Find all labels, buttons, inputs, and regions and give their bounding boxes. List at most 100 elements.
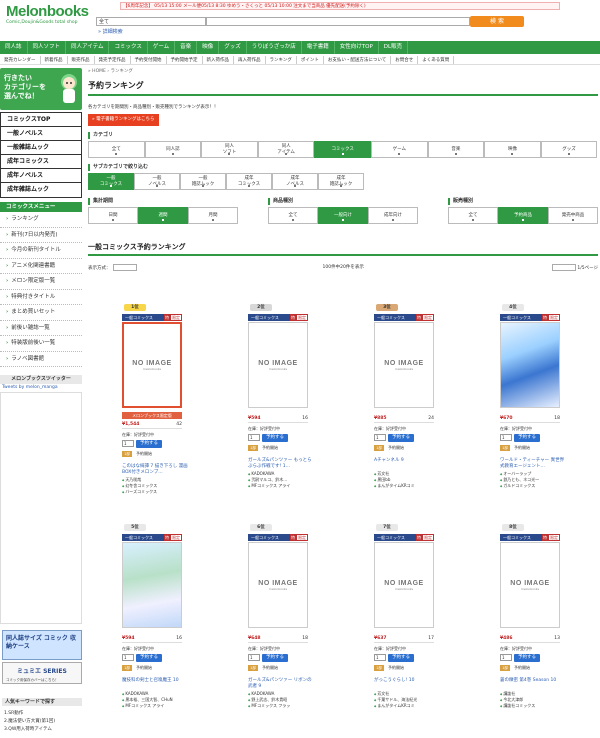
- quantity-select[interactable]: 1: [248, 654, 260, 661]
- filter-option[interactable]: 成年向け: [368, 207, 418, 224]
- filter-option[interactable]: 一般 ノベルス: [134, 173, 180, 190]
- filter-option[interactable]: 同人 アイテム: [257, 141, 315, 158]
- meta-item[interactable]: MFコミックス フラッ: [248, 703, 290, 708]
- quantity-select[interactable]: 1: [500, 434, 512, 441]
- menu-item[interactable]: まとめ買いセット: [0, 305, 82, 321]
- product-title[interactable]: ワールド・ティーチャー 異世界式教育エージェント…: [500, 458, 566, 470]
- filter-option[interactable]: 週間: [138, 207, 188, 224]
- mumie-series-ad[interactable]: ミュミエ SERIES コミック用保存カバーはこちら！: [2, 662, 82, 684]
- filter-option[interactable]: グッズ: [540, 141, 598, 158]
- filter-option[interactable]: 成年 コミックス: [226, 173, 272, 190]
- quantity-select[interactable]: 1: [248, 434, 260, 441]
- filter-option[interactable]: 日間: [88, 207, 138, 224]
- filter-option[interactable]: 一般 コミックス: [88, 173, 134, 190]
- sub-nav-item[interactable]: 発売予定作品: [95, 56, 131, 64]
- meta-item[interactable]: MFコミックス アライ: [122, 703, 164, 708]
- quantity-select[interactable]: 1: [374, 654, 386, 661]
- reserve-button[interactable]: 予約する: [262, 653, 288, 662]
- search-button[interactable]: 検 索: [470, 16, 524, 27]
- filter-option[interactable]: 月間: [188, 207, 238, 224]
- product-title[interactable]: ガールズ&パンツァー もっとらぶらぶ作戦です! 1…: [248, 458, 314, 470]
- sub-nav-item[interactable]: お問合せ: [391, 56, 419, 64]
- global-nav-item[interactable]: ゲーム: [148, 41, 176, 54]
- quantity-select[interactable]: 1: [122, 654, 134, 661]
- meta-item[interactable]: 野上武志、鈴木貴昭: [248, 697, 287, 702]
- product-image[interactable]: [500, 322, 560, 408]
- sidebar-category-item[interactable]: 成年コミックス: [1, 155, 81, 169]
- filter-option[interactable]: ゲーム: [370, 141, 428, 158]
- menu-item[interactable]: ランキング: [0, 212, 82, 228]
- filter-option[interactable]: コミックス: [314, 141, 371, 158]
- menu-item[interactable]: ラノベ図書館: [0, 352, 82, 367]
- page-indicator[interactable]: 1/5ページ: [550, 264, 598, 272]
- reserve-button[interactable]: 予約する: [136, 653, 162, 662]
- sub-nav-item[interactable]: 新入荷作品: [203, 56, 234, 64]
- filter-option[interactable]: 発売中商品: [548, 207, 598, 224]
- product-title[interactable]: 魔技科の剣士と召喚魔王 10: [122, 678, 188, 684]
- global-nav-item[interactable]: うりぼうざっか店: [247, 41, 302, 54]
- meta-item[interactable]: 幻冬舎コミックス: [122, 483, 157, 488]
- reserve-button[interactable]: 予約する: [514, 653, 540, 662]
- meta-item[interactable]: 講談社: [500, 691, 515, 696]
- sub-nav-item[interactable]: ポイント: [297, 56, 324, 64]
- meta-item[interactable]: 講談社コミックス: [500, 703, 535, 708]
- menu-item[interactable]: 特典付きタイトル: [0, 290, 82, 305]
- keyword-item[interactable]: 1.SR動作: [4, 710, 23, 716]
- menu-item[interactable]: 前後い雑誌一覧: [0, 321, 82, 336]
- filter-option[interactable]: 成年 ノベルス: [272, 173, 318, 190]
- reserve-button[interactable]: 予約する: [388, 653, 414, 662]
- product-image[interactable]: NO IMAGE melonbooks: [500, 542, 560, 628]
- sidebar-category-item[interactable]: 成年雑誌ムック: [1, 183, 81, 197]
- quantity-select[interactable]: 1: [374, 434, 386, 441]
- filter-option[interactable]: 予約商品: [498, 207, 548, 224]
- product-image[interactable]: NO IMAGE melonbooks: [374, 322, 434, 408]
- page-select[interactable]: [551, 264, 576, 271]
- sidebar-category-item[interactable]: 一般ノベルス: [1, 127, 81, 141]
- filter-option[interactable]: 一般 雑誌ムック: [180, 173, 226, 190]
- global-nav-item[interactable]: 同人誌: [0, 41, 28, 54]
- product-image[interactable]: NO IMAGE melonbooks: [374, 542, 434, 628]
- view-mode-select[interactable]: [112, 264, 137, 271]
- sub-nav-item[interactable]: ランキング: [266, 56, 297, 64]
- meta-item[interactable]: まんがタイムKRコミ: [374, 483, 415, 488]
- global-nav-item[interactable]: 同人アイテム: [66, 41, 110, 54]
- sub-nav-item[interactable]: よくある質問: [418, 56, 455, 64]
- keyword-item[interactable]: 3.QW用入荷時アイテム: [4, 726, 52, 732]
- quantity-select[interactable]: 1: [500, 654, 512, 661]
- twitter-link[interactable]: Tweets by melon_manga: [0, 385, 82, 390]
- global-nav-item[interactable]: グッズ: [219, 41, 247, 54]
- product-title[interactable]: ガールズ&パンツァー リボンの武者 9: [248, 678, 314, 690]
- site-logo[interactable]: Melonbooks Comic,Doujin&Goods total shop: [6, 3, 92, 35]
- sidebar-category-item[interactable]: コミックスTOP: [1, 113, 81, 127]
- shipping-notice[interactable]: 【6周年記念】 05/13 15:00 メール便05/13 8:30 ゆめう・さ…: [120, 2, 560, 10]
- meta-item[interactable]: オーバーラップ: [500, 471, 531, 476]
- filter-option[interactable]: 全て: [268, 207, 318, 224]
- reserve-button[interactable]: 予約する: [388, 433, 414, 442]
- twitter-timeline[interactable]: [0, 392, 82, 624]
- global-nav-item[interactable]: 音楽: [175, 41, 198, 54]
- advanced-search-link[interactable]: » 詳細検索: [98, 28, 123, 35]
- menu-item[interactable]: 特装版前後い一覧: [0, 336, 82, 352]
- sidebar-category-item[interactable]: 成年ノベルス: [1, 169, 81, 183]
- filter-option[interactable]: 音楽: [427, 141, 485, 158]
- meta-item[interactable]: ガルドコミックス: [500, 483, 535, 488]
- meta-item[interactable]: KADOKAWA: [122, 691, 148, 696]
- menu-item[interactable]: アニメ化関連書籍: [0, 259, 82, 274]
- global-nav-item[interactable]: 同人ソフト: [28, 41, 67, 54]
- meta-item[interactable]: 天乃咲哉: [122, 477, 141, 482]
- meta-item[interactable]: KADOKAWA: [248, 471, 274, 476]
- product-title[interactable]: がっこうぐらし! 10: [374, 678, 440, 684]
- sub-nav-item[interactable]: 販売作品: [68, 56, 95, 64]
- filter-option[interactable]: 全て: [448, 207, 498, 224]
- sub-nav-item[interactable]: 発売カレンダー: [0, 56, 41, 64]
- filter-option[interactable]: 一般向け: [318, 207, 368, 224]
- breadcrumb[interactable]: » HOME › ランキング: [88, 68, 600, 76]
- storage-case-ad[interactable]: 同人誌サイズ コミック 収納ケース: [2, 630, 82, 660]
- product-title[interactable]: 蒼の緻密 第4巻 Season 10: [500, 678, 566, 684]
- filter-option[interactable]: 映像: [484, 141, 541, 158]
- sub-nav-item[interactable]: 再入荷作品: [234, 56, 266, 64]
- product-image[interactable]: NO IMAGE melonbooks: [122, 322, 182, 408]
- reserve-button[interactable]: 予約する: [136, 439, 162, 448]
- global-nav-item[interactable]: 電子書籍: [302, 41, 335, 54]
- meta-item[interactable]: 黒田bb: [374, 477, 390, 482]
